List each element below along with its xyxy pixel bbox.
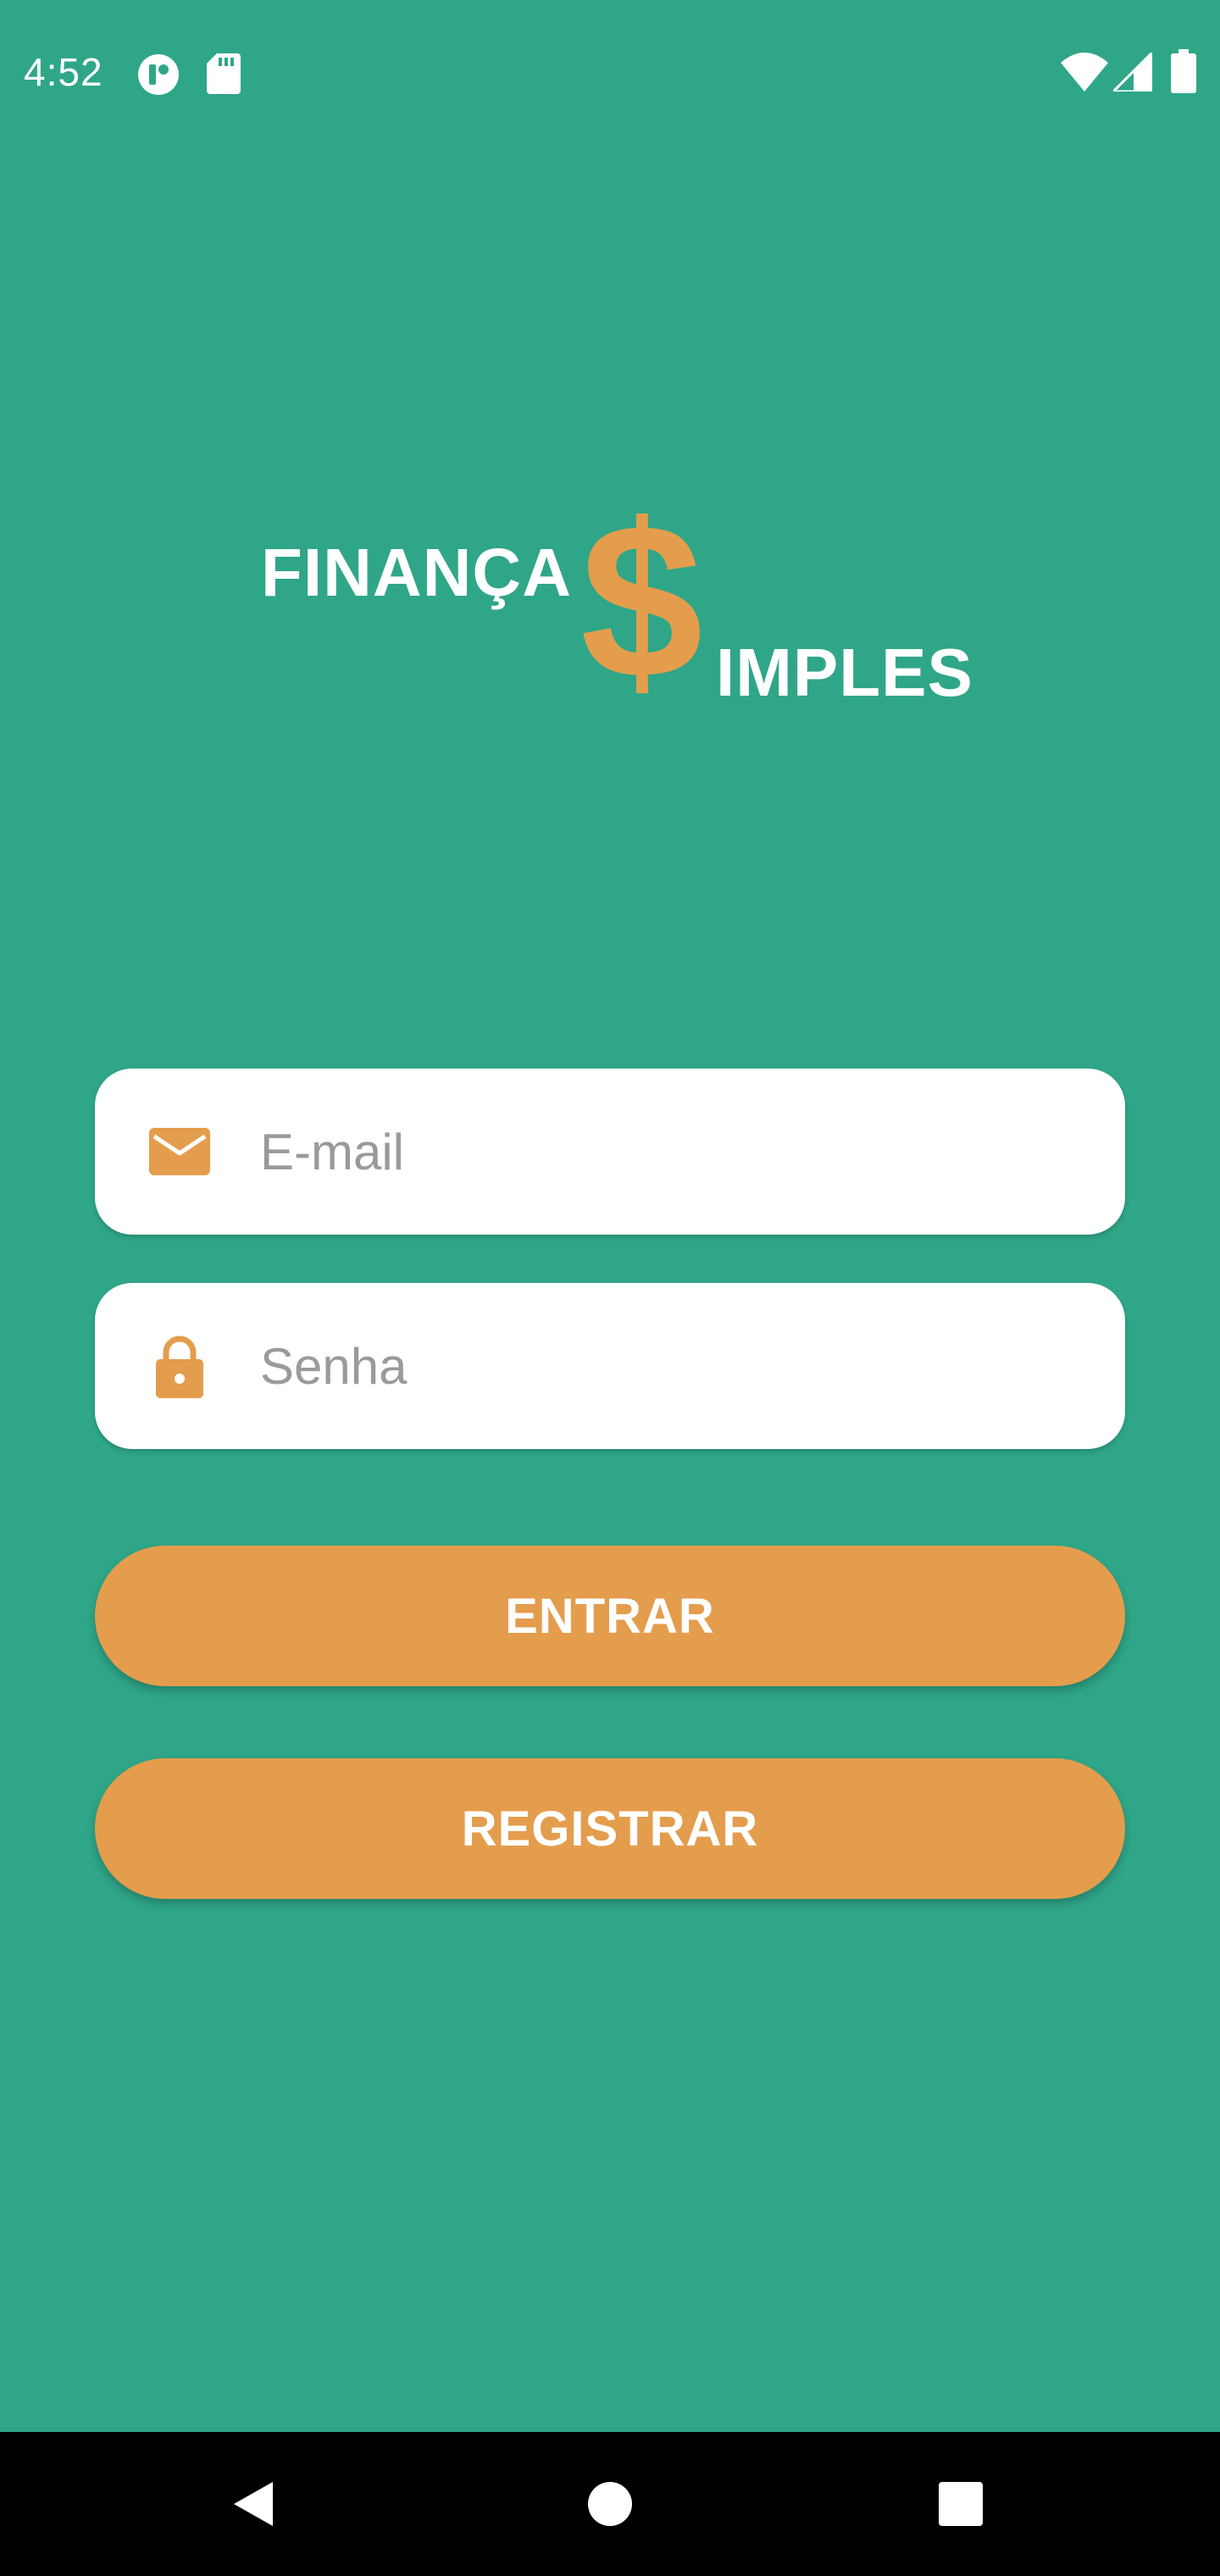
- logo-dollar-sign: $: [580, 479, 703, 724]
- logo-text-imples: IMPLES: [716, 635, 973, 710]
- home-button[interactable]: [576, 2470, 644, 2538]
- email-input[interactable]: [260, 1069, 1090, 1235]
- app-notification-icon: [138, 54, 179, 95]
- login-button[interactable]: ENTRAR: [95, 1546, 1125, 1686]
- wifi-icon: [1061, 53, 1108, 92]
- app-logo: FINANÇA $ IMPLES: [254, 491, 1000, 720]
- recents-icon: [939, 2482, 983, 2526]
- navigation-bar: [0, 2432, 1220, 2576]
- password-field[interactable]: [95, 1283, 1125, 1449]
- battery-icon: [1171, 49, 1196, 93]
- back-button[interactable]: [220, 2470, 288, 2538]
- recents-button[interactable]: [927, 2470, 995, 2538]
- home-icon: [588, 2482, 632, 2526]
- cell-signal-icon: [1113, 53, 1152, 92]
- status-bar: 4:52: [0, 0, 1220, 144]
- register-button[interactable]: REGISTRAR: [95, 1758, 1125, 1899]
- password-input[interactable]: [260, 1283, 1090, 1449]
- back-icon: [234, 2482, 273, 2526]
- logo-text-financa: FINANÇA: [261, 535, 572, 610]
- status-time: 4:52: [24, 50, 103, 94]
- sd-card-icon: [207, 53, 241, 94]
- lock-icon: [156, 1335, 203, 1398]
- email-icon: [149, 1128, 210, 1175]
- email-field[interactable]: [95, 1069, 1125, 1235]
